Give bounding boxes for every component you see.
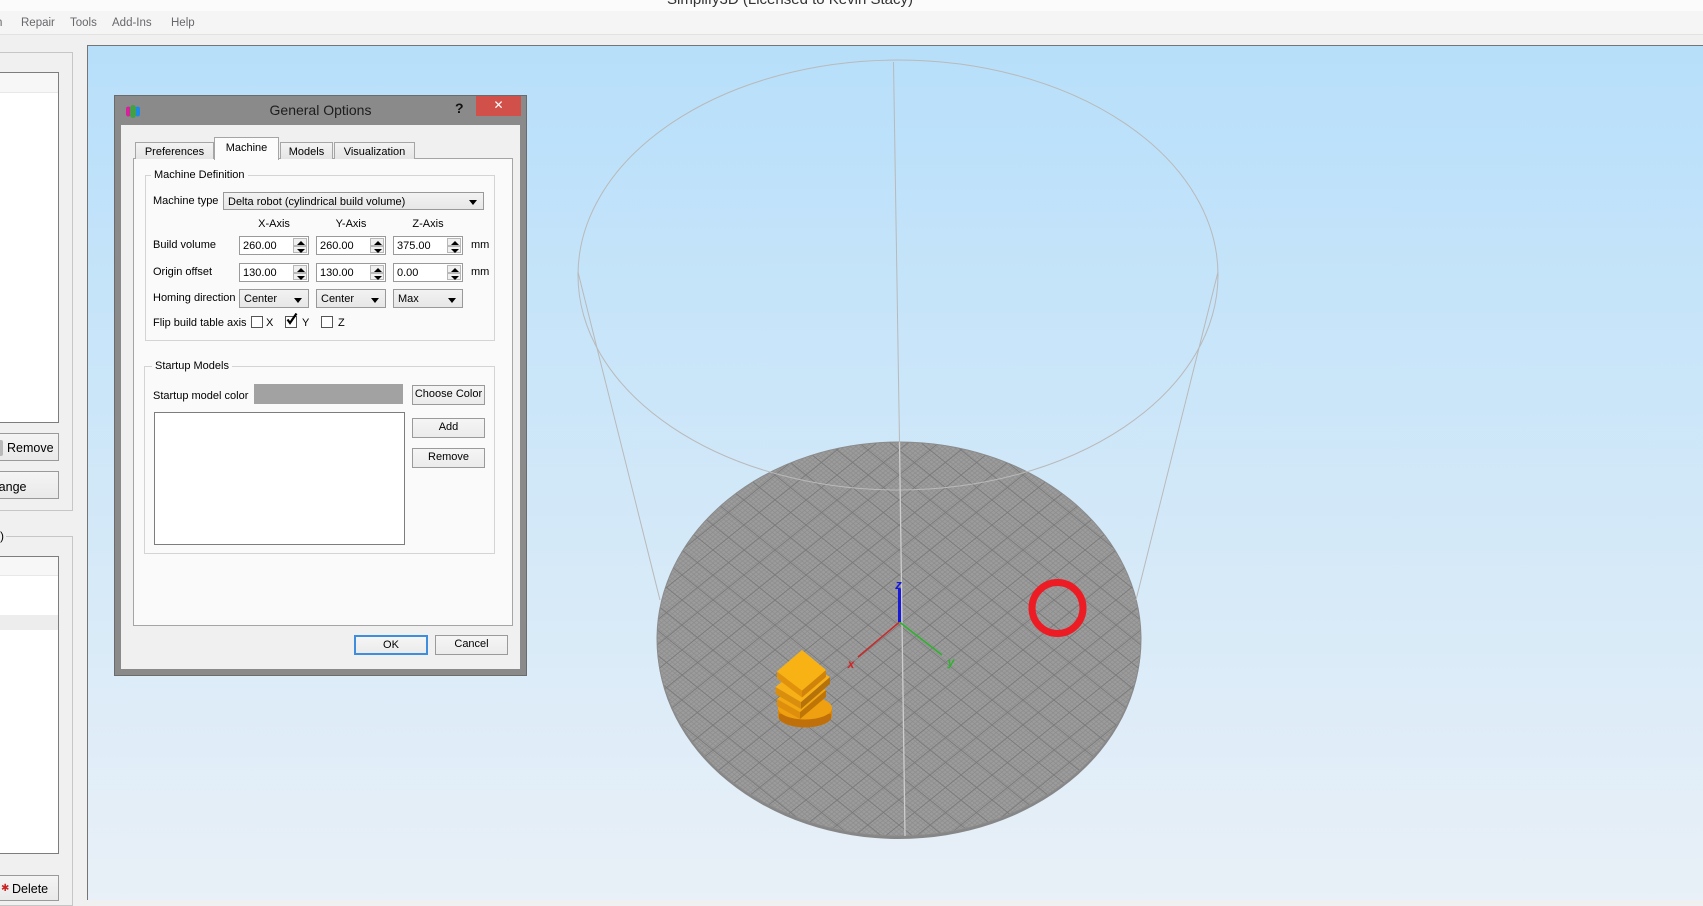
svg-text:z: z — [894, 577, 902, 592]
svg-text:y: y — [947, 655, 956, 669]
svg-text:x: x — [847, 657, 856, 671]
